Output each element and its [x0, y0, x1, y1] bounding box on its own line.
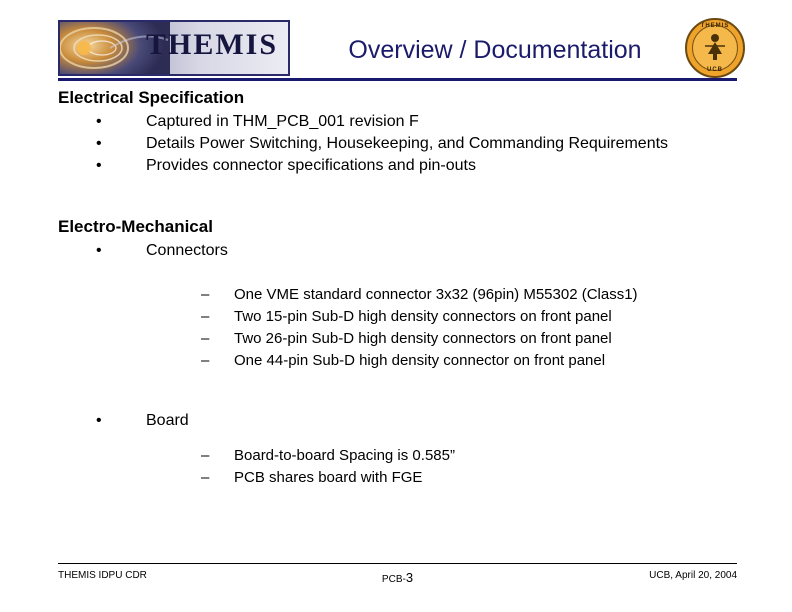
footer-divider — [58, 563, 737, 564]
bullet-text: Details Power Switching, Housekeeping, a… — [146, 135, 669, 152]
themis-logo: THEMIS — [58, 20, 290, 76]
bullet-dash-icon: – — [201, 308, 210, 325]
subbullet-text: Two 15-pin Sub-D high density connectors… — [234, 308, 612, 325]
bullet-text: Captured in THM_PCB_001 revision F — [146, 113, 419, 130]
footer-right-text: UCB, April 20, 2004 — [649, 570, 737, 581]
bullet-dash-icon: – — [201, 469, 210, 486]
subbullet-pcb-shares-board: – PCB shares board with FGE — [58, 467, 748, 489]
footer-page-label: PCB- — [381, 574, 406, 585]
slide-footer: THEMIS IDPU CDR PCB-3 UCB, April 20, 200… — [58, 570, 737, 588]
bullet-dash-icon: – — [201, 330, 210, 347]
bullet-dot-icon: • — [96, 412, 102, 429]
subbullet-text: PCB shares board with FGE — [234, 469, 423, 486]
logo-wordmark: THEMIS — [145, 28, 278, 61]
bullet-captured-in: • Captured in THM_PCB_001 revision F — [58, 111, 748, 133]
bullet-text: Provides connector specifications and pi… — [146, 157, 476, 174]
bullet-dot-icon: • — [96, 157, 102, 174]
page-title: Overview / Documentation — [348, 36, 642, 64]
subbullet-vme-connector: – One VME standard connector 3x32 (96pin… — [58, 284, 748, 306]
ucb-seal: THEMIS UCB — [685, 18, 745, 78]
section-heading-electro-mechanical: Electro-Mechanical — [58, 217, 213, 236]
bullet-dot-icon: • — [96, 113, 102, 130]
bullet-details-power-switching: • Details Power Switching, Housekeeping,… — [58, 133, 748, 155]
footer-page-indicator: PCB-3 — [58, 570, 737, 585]
subbullet-text: One 44-pin Sub-D high density connector … — [234, 352, 606, 369]
bullet-board: • Board — [58, 410, 748, 432]
bullet-dash-icon: – — [201, 447, 210, 464]
subbullet-text: Board-to-board Spacing is 0.585” — [234, 447, 455, 464]
subbullet-board-spacing: – Board-to-board Spacing is 0.585” — [58, 445, 748, 467]
seal-top-label: THEMIS — [700, 23, 730, 29]
subbullet-text: Two 26-pin Sub-D high density connectors… — [234, 330, 612, 347]
seal-figure-icon — [705, 34, 725, 60]
bullet-dash-icon: – — [201, 352, 210, 369]
bullet-text: Board — [146, 412, 189, 429]
subbullet-44pin-connector: – One 44-pin Sub-D high density connecto… — [58, 350, 748, 372]
bullet-text: Connectors — [146, 242, 228, 259]
bullet-dash-icon: – — [201, 286, 210, 303]
slide-body: Electrical Specification • Captured in T… — [58, 86, 748, 489]
header-divider — [58, 78, 737, 81]
footer-page-number: 3 — [405, 570, 414, 585]
subbullet-text: One VME standard connector 3x32 (96pin) … — [234, 286, 638, 303]
slide: THEMIS Overview / Documentation THEMIS U… — [0, 0, 792, 612]
subbullet-15pin-connectors: – Two 15-pin Sub-D high density connecto… — [58, 306, 748, 328]
section-heading-electrical: Electrical Specification — [58, 88, 245, 107]
bullet-dot-icon: • — [96, 135, 102, 152]
bullet-provides-connector-specs: • Provides connector specifications and … — [58, 155, 748, 177]
subbullet-26pin-connectors: – Two 26-pin Sub-D high density connecto… — [58, 328, 748, 350]
seal-bottom-label: UCB — [707, 67, 723, 73]
bullet-dot-icon: • — [96, 242, 102, 259]
bullet-connectors: • Connectors — [58, 240, 748, 262]
